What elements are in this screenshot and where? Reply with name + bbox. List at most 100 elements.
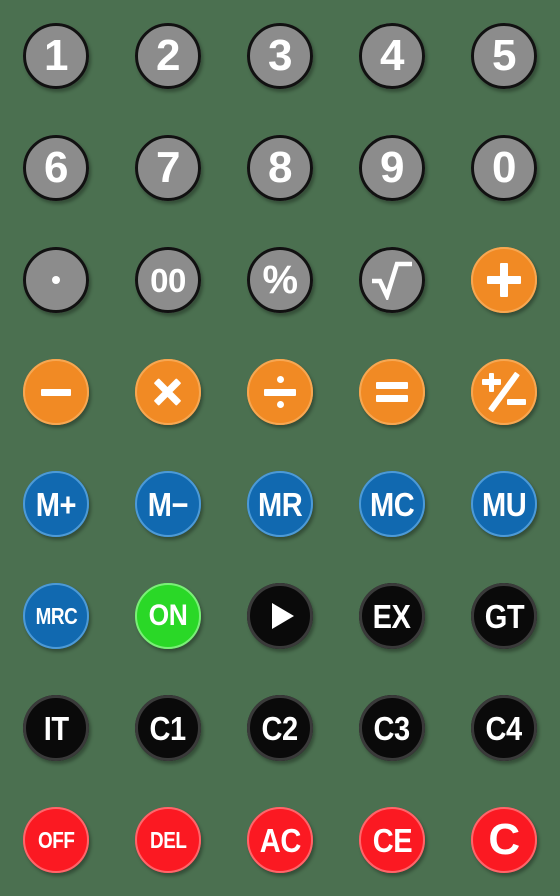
key-memory-recall-clear[interactable]: MRC xyxy=(23,583,89,649)
key-constant-3-label: C3 xyxy=(373,709,411,747)
plus-glyph xyxy=(487,263,521,297)
key-4-label: 4 xyxy=(380,31,404,80)
minus-glyph xyxy=(41,388,71,396)
key-constant-1[interactable]: C1 xyxy=(135,695,201,761)
key-delete[interactable]: DEL xyxy=(135,807,201,873)
key-double-zero-label: 00 xyxy=(150,261,186,299)
key-1[interactable]: 1 xyxy=(23,23,89,89)
plus-minus-glyph xyxy=(480,368,528,416)
key-all-clear-label: AC xyxy=(259,821,301,859)
key-double-zero[interactable]: 00 xyxy=(135,247,201,313)
key-constant-2[interactable]: C2 xyxy=(247,695,313,761)
key-decimal-point-cell xyxy=(0,224,112,336)
key-9[interactable]: 9 xyxy=(359,135,425,201)
key-5-label: 5 xyxy=(492,31,516,80)
key-7-label: 7 xyxy=(156,143,180,192)
key-off-cell: OFF xyxy=(0,784,112,896)
key-6-label: 6 xyxy=(44,143,68,192)
key-memory-clear-label: MC xyxy=(369,485,415,523)
key-memory-recall-label: MR xyxy=(257,485,303,523)
key-divide[interactable] xyxy=(247,359,313,425)
key-constant-4-cell: C4 xyxy=(448,672,560,784)
key-all-clear[interactable]: AC xyxy=(247,807,313,873)
key-8[interactable]: 8 xyxy=(247,135,313,201)
key-item-total-cell: IT xyxy=(0,672,112,784)
key-clear-entry-cell: CE xyxy=(336,784,448,896)
key-5-cell: 5 xyxy=(448,0,560,112)
key-multiply[interactable] xyxy=(135,359,201,425)
key-percent[interactable]: % xyxy=(247,247,313,313)
key-memory-minus-label: M− xyxy=(147,485,189,523)
key-memory-plus[interactable]: M+ xyxy=(23,471,89,537)
key-exchange-cell: EX xyxy=(336,560,448,672)
key-4[interactable]: 4 xyxy=(359,23,425,89)
multiply-glyph xyxy=(153,377,183,407)
key-memory-recall[interactable]: MR xyxy=(247,471,313,537)
key-equals[interactable] xyxy=(359,359,425,425)
key-memory-plus-label: M+ xyxy=(35,485,77,523)
key-clear-cell: C xyxy=(448,784,560,896)
key-constant-4-label: C4 xyxy=(485,709,523,747)
key-minus-cell xyxy=(0,336,112,448)
key-0[interactable]: 0 xyxy=(471,135,537,201)
key-clear-entry[interactable]: CE xyxy=(359,807,425,873)
key-2-cell: 2 xyxy=(112,0,224,112)
key-grand-total-label: GT xyxy=(484,597,524,635)
key-7[interactable]: 7 xyxy=(135,135,201,201)
key-9-cell: 9 xyxy=(336,112,448,224)
key-equals-cell xyxy=(336,336,448,448)
key-delete-label: DEL xyxy=(149,826,187,853)
key-decimal-point[interactable] xyxy=(23,247,89,313)
key-memory-clear-cell: MC xyxy=(336,448,448,560)
key-2[interactable]: 2 xyxy=(135,23,201,89)
key-constant-3[interactable]: C3 xyxy=(359,695,425,761)
key-off[interactable]: OFF xyxy=(23,807,89,873)
key-1-label: 1 xyxy=(44,31,68,80)
key-4-cell: 4 xyxy=(336,0,448,112)
key-markup-label: MU xyxy=(481,485,527,523)
key-markup[interactable]: MU xyxy=(471,471,537,537)
key-memory-recall-clear-label: MRC xyxy=(35,602,77,629)
key-plus-minus[interactable] xyxy=(471,359,537,425)
key-item-total[interactable]: IT xyxy=(23,695,89,761)
key-on-label: ON xyxy=(148,599,188,632)
key-play[interactable] xyxy=(247,583,313,649)
key-9-label: 9 xyxy=(380,143,404,192)
key-3[interactable]: 3 xyxy=(247,23,313,89)
key-memory-minus[interactable]: M− xyxy=(135,471,201,537)
key-clear-label: C xyxy=(488,815,520,864)
key-3-label: 3 xyxy=(268,31,292,80)
key-constant-1-label: C1 xyxy=(149,709,187,747)
key-memory-clear[interactable]: MC xyxy=(359,471,425,537)
key-constant-1-cell: C1 xyxy=(112,672,224,784)
play-triangle-glyph xyxy=(271,603,294,629)
key-play-cell xyxy=(224,560,336,672)
key-8-cell: 8 xyxy=(224,112,336,224)
key-memory-minus-cell: M− xyxy=(112,448,224,560)
key-8-label: 8 xyxy=(268,143,292,192)
square-root-glyph xyxy=(370,260,414,300)
key-on[interactable]: ON xyxy=(135,583,201,649)
key-7-cell: 7 xyxy=(112,112,224,224)
key-markup-cell: MU xyxy=(448,448,560,560)
key-5[interactable]: 5 xyxy=(471,23,537,89)
key-2-label: 2 xyxy=(156,31,180,80)
key-plus[interactable] xyxy=(471,247,537,313)
key-grand-total-cell: GT xyxy=(448,560,560,672)
key-clear[interactable]: C xyxy=(471,807,537,873)
key-6[interactable]: 6 xyxy=(23,135,89,201)
key-1-cell: 1 xyxy=(0,0,112,112)
key-minus[interactable] xyxy=(23,359,89,425)
key-exchange[interactable]: EX xyxy=(359,583,425,649)
decimal-dot-glyph xyxy=(52,276,60,284)
key-off-label: OFF xyxy=(37,826,75,853)
key-3-cell: 3 xyxy=(224,0,336,112)
key-constant-2-label: C2 xyxy=(261,709,299,747)
key-0-label: 0 xyxy=(492,143,516,192)
key-constant-4[interactable]: C4 xyxy=(471,695,537,761)
key-grand-total[interactable]: GT xyxy=(471,583,537,649)
key-square-root[interactable] xyxy=(359,247,425,313)
equals-glyph xyxy=(376,382,408,402)
key-memory-recall-clear-cell: MRC xyxy=(0,560,112,672)
key-exchange-label: EX xyxy=(373,597,411,635)
